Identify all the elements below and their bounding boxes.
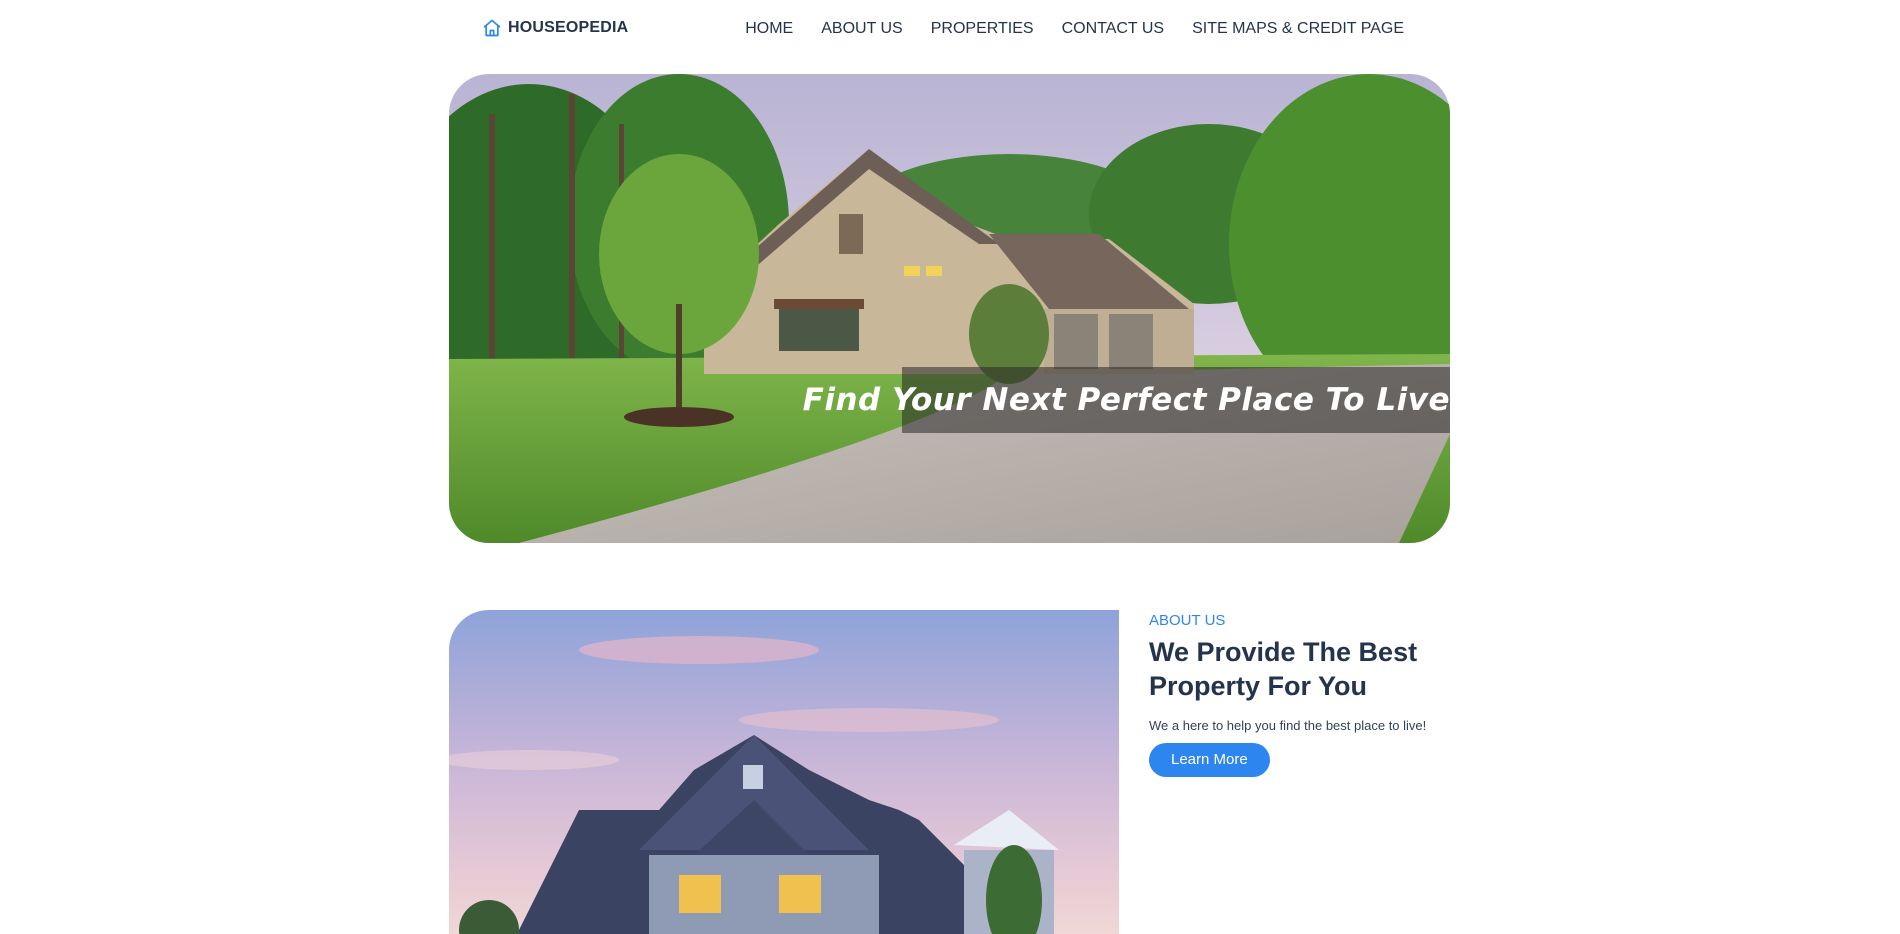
- about-house-illustration: [449, 610, 1119, 934]
- about-title: We Provide The Best Property For You: [1149, 637, 1418, 701]
- learn-more-button[interactable]: Learn More: [1149, 743, 1270, 777]
- nav-item-about-us[interactable]: ABOUT US: [821, 20, 903, 38]
- nav-item-site-maps[interactable]: SITE MAPS & CREDIT PAGE: [1192, 20, 1404, 38]
- about-section: ABOUT US We Provide The Best Property Fo…: [1149, 611, 1459, 777]
- brand-logo-link[interactable]: HOUSEOPEDIA: [482, 18, 628, 38]
- hero-house-image: [449, 74, 1450, 543]
- nav-item-properties[interactable]: PROPERTIES: [931, 20, 1034, 38]
- brand-name: HOUSEOPEDIA: [508, 19, 629, 36]
- about-description: We a here to help you find the best plac…: [1149, 718, 1427, 733]
- page: HOUSEOPEDIA HOME ABOUT US PROPERTIES CON…: [0, 0, 1900, 934]
- nav-item-home[interactable]: HOME: [745, 20, 793, 38]
- hero-caption: Find Your Next Perfect Place To Live: [802, 382, 1450, 418]
- hero-banner: Find Your Next Perfect Place To Live: [449, 74, 1450, 543]
- main-nav: HOME ABOUT US PROPERTIES CONTACT US SITE…: [745, 20, 1404, 38]
- hero-caption-box: Find Your Next Perfect Place To Live: [803, 367, 1450, 433]
- about-eyebrow: ABOUT US: [1149, 612, 1226, 629]
- about-house-image: [449, 610, 1119, 934]
- home-icon: [482, 18, 502, 38]
- site-header: HOUSEOPEDIA HOME ABOUT US PROPERTIES CON…: [0, 0, 1900, 60]
- nav-item-contact-us[interactable]: CONTACT US: [1062, 20, 1165, 38]
